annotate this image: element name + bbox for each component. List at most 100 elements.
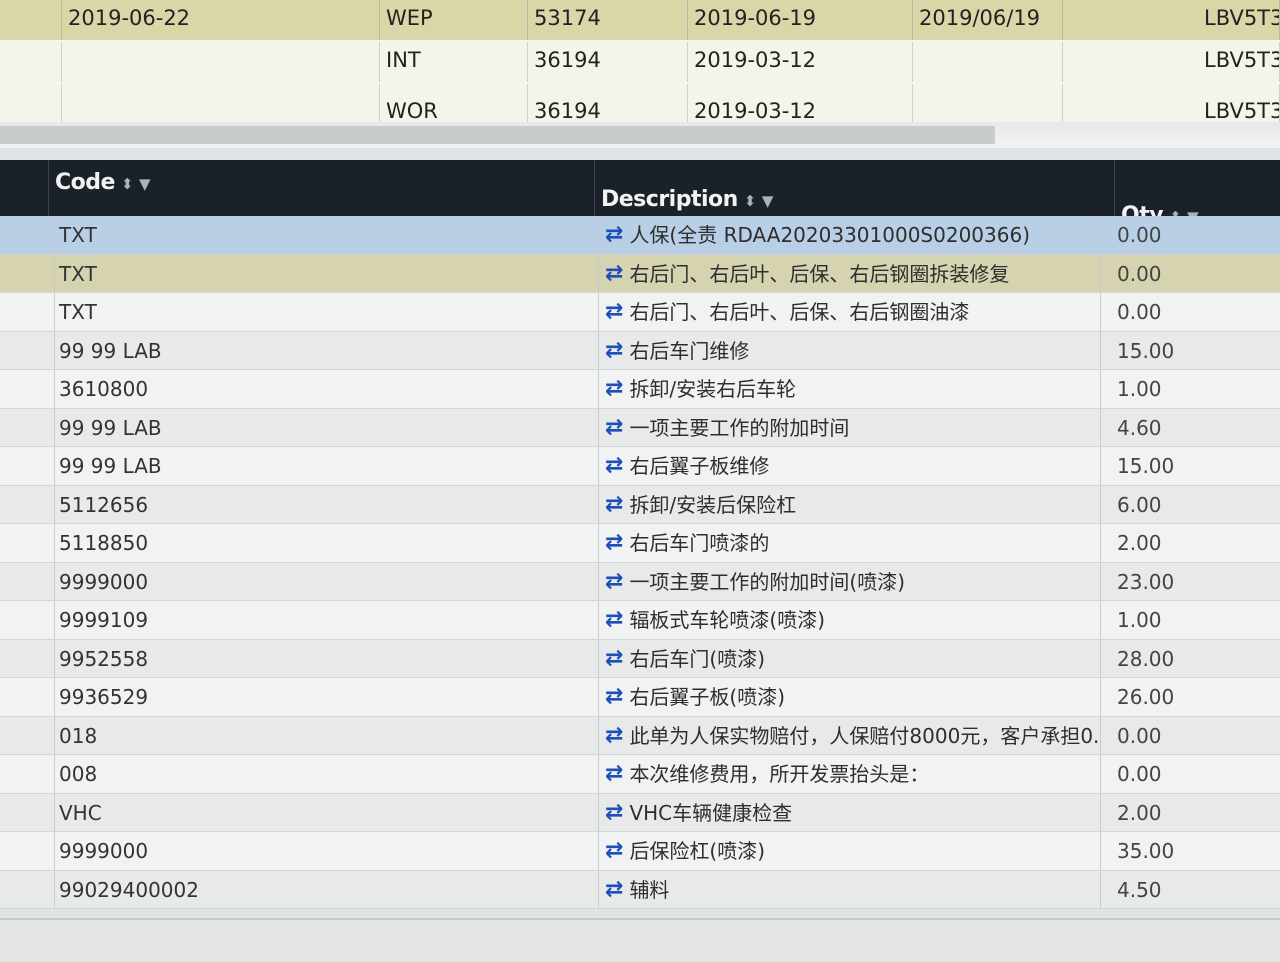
description-text: 右后门、右后叶、后保、右后钢圈拆装修复 [629,261,1010,286]
table-row[interactable]: 99 99 LAB ⇄ 右后车门维修 15.00 [0,331,1280,370]
sort-icon[interactable]: ⬍ [121,175,134,193]
swap-arrows-icon[interactable]: ⇄ [605,216,623,254]
description-cell: ⇄ 右后门、右后叶、后保、右后钢圈油漆 [598,293,1098,331]
qty-cell: 1.00 [1100,601,1280,639]
table-row[interactable]: 99 99 LAB ⇄ 右后翼子板维修 15.00 [0,447,1280,486]
column-header-qty[interactable]: Qty⬍▼ [1114,160,1280,228]
description-text: 人保(全责 RDAA20203301000S0200366) [629,223,1031,247]
description-text: 辐板式车轮喷漆(喷漆) [629,608,826,632]
order-date [62,84,380,122]
description-text: 右后车门(喷漆) [629,646,766,671]
description-text: 本次维修费用，所开发票抬头是： [629,762,930,786]
description-cell: ⇄ 拆卸/安装右后车轮 [598,370,1098,408]
qty-cell: 15.00 [1100,447,1280,485]
order-row[interactable]: WOR 36194 2019-03-12 LBV5T3 [0,84,1280,122]
description-text: 后保险杠(喷漆) [629,839,766,863]
qty-cell: 23.00 [1100,562,1280,600]
table-row[interactable]: VHC ⇄ VHC车辆健康检查 2.00 [0,793,1280,832]
order-date-2 [913,42,1063,82]
order-vin: LBV5T3 [1198,0,1280,40]
swap-arrows-icon[interactable]: ⇄ [605,332,623,370]
swap-arrows-icon[interactable]: ⇄ [605,370,623,408]
description-text: 拆卸/安装后保险杠 [629,492,797,517]
description-cell: ⇄ 右后车门喷漆的 [598,524,1098,562]
table-row[interactable]: 9936529 ⇄ 右后翼子板(喷漆) 26.00 [0,678,1280,717]
previous-orders-table: 2019-06-22 WEP 53174 2019-06-19 2019/06/… [0,0,1280,122]
qty-cell: 6.00 [1100,485,1280,523]
filter-icon[interactable]: ▼ [139,175,151,193]
code-cell: TXT [54,254,594,292]
swap-arrows-icon[interactable]: ⇄ [605,640,623,678]
description-cell: ⇄ 辅料 [598,870,1098,909]
swap-arrows-icon[interactable]: ⇄ [605,717,623,755]
code-cell: 99 99 LAB [54,447,594,485]
qty-cell: 26.00 [1100,678,1280,716]
table-row[interactable]: 9952558 ⇄ 右后车门(喷漆) 28.00 [0,639,1280,678]
description-text: 一项主要工作的附加时间 [629,415,850,440]
swap-arrows-icon[interactable]: ⇄ [605,832,623,870]
code-cell: 008 [54,755,594,793]
description-text: 辅料 [629,877,670,902]
table-row[interactable]: 018 ⇄ 此单为人保实物赔付，人保赔付8000元，客户承担0... 0.00 [0,716,1280,755]
order-row[interactable]: INT 36194 2019-03-12 LBV5T3 [0,42,1280,82]
table-row[interactable]: 5112656 ⇄ 拆卸/安装后保险杠 6.00 [0,485,1280,524]
code-cell: 5112656 [54,485,594,523]
swap-arrows-icon[interactable]: ⇄ [605,871,623,909]
qty-cell: 15.00 [1100,331,1280,369]
qty-cell: 2.00 [1100,793,1280,831]
sort-icon[interactable]: ⬍ [744,192,757,210]
swap-arrows-icon[interactable]: ⇄ [605,755,623,793]
table-row[interactable]: 9999000 ⇄ 一项主要工作的附加时间(喷漆) 23.00 [0,562,1280,601]
swap-arrows-icon[interactable]: ⇄ [605,409,623,447]
column-header-description[interactable]: Description ⬍ ▼ [594,160,1114,216]
swap-arrows-icon[interactable]: ⇄ [605,486,623,524]
filter-icon[interactable]: ▼ [762,192,774,210]
table-row[interactable]: TXT ⇄ 右后门、右后叶、后保、右后钢圈油漆 0.00 [0,293,1280,332]
code-cell: 9952558 [54,639,594,677]
description-text: 拆卸/安装右后车轮 [629,377,797,401]
table-row[interactable]: 9999000 ⇄ 后保险杠(喷漆) 35.00 [0,832,1280,871]
scrollbar-thumb[interactable] [0,126,995,144]
grid-footer [0,918,1280,962]
code-cell: 99029400002 [54,870,594,908]
code-cell: TXT [54,216,594,254]
table-row[interactable]: 3610800 ⇄ 拆卸/安装右后车轮 1.00 [0,370,1280,409]
description-text: 右后翼子板(喷漆) [629,685,786,709]
swap-arrows-icon[interactable]: ⇄ [605,794,623,832]
table-row[interactable]: 9999109 ⇄ 辐板式车轮喷漆(喷漆) 1.00 [0,601,1280,640]
order-row[interactable]: 2019-06-22 WEP 53174 2019-06-19 2019/06/… [0,0,1280,40]
code-cell: 5118850 [54,524,594,562]
swap-arrows-icon[interactable]: ⇄ [605,293,623,331]
code-cell: 9999000 [54,562,594,600]
job-lines-grid: Code⬍▼ Description⬍▼ Qty⬍▼ TXT ⇄人保(全责 RD… [0,160,1280,920]
column-header-code[interactable]: Code ⬍ ▼ [48,160,594,216]
grid-body: TXT ⇄ 人保(全责 RDAA20203301000S0200366) 0.00… [0,216,1280,909]
table-row[interactable]: 99 99 LAB ⇄ 一项主要工作的附加时间 4.60 [0,408,1280,447]
qty-cell: 0.00 [1100,254,1280,292]
description-cell: ⇄ 右后翼子板维修 [598,447,1098,485]
description-cell: ⇄ 此单为人保实物赔付，人保赔付8000元，客户承担0... [598,716,1098,755]
table-row[interactable]: TXT ⇄ 右后门、右后叶、后保、右后钢圈拆装修复 0.00 [0,254,1280,293]
swap-arrows-icon[interactable]: ⇄ [605,601,623,639]
swap-arrows-icon[interactable]: ⇄ [605,524,623,562]
description-cell: ⇄ 右后翼子板(喷漆) [598,678,1098,716]
code-cell: TXT [54,293,594,331]
swap-arrows-icon[interactable]: ⇄ [605,255,623,293]
swap-arrows-icon[interactable]: ⇄ [605,678,623,716]
qty-cell: 0.00 [1100,716,1280,754]
qty-cell: 0.00 [1100,216,1280,254]
table-row[interactable]: TXT ⇄ 人保(全责 RDAA20203301000S0200366) 0.00 [0,216,1280,255]
order-number: 36194 [528,42,688,82]
table-row[interactable]: 008 ⇄ 本次维修费用，所开发票抬头是： 0.00 [0,755,1280,794]
column-header-code-label: Code [55,170,115,195]
order-date-2 [913,84,1063,122]
code-cell: 99 99 LAB [54,408,594,446]
order-vin: LBV5T3 [1198,42,1280,82]
swap-arrows-icon[interactable]: ⇄ [605,563,623,601]
horizontal-scrollbar[interactable] [0,122,1280,148]
swap-arrows-icon[interactable]: ⇄ [605,447,623,485]
table-row[interactable]: 99029400002 ⇄ 辅料 4.50 [0,870,1280,909]
description-cell: ⇄ 后保险杠(喷漆) [598,832,1098,870]
table-row[interactable]: 5118850 ⇄ 右后车门喷漆的 2.00 [0,524,1280,563]
description-cell: ⇄ 右后车门维修 [598,331,1098,370]
